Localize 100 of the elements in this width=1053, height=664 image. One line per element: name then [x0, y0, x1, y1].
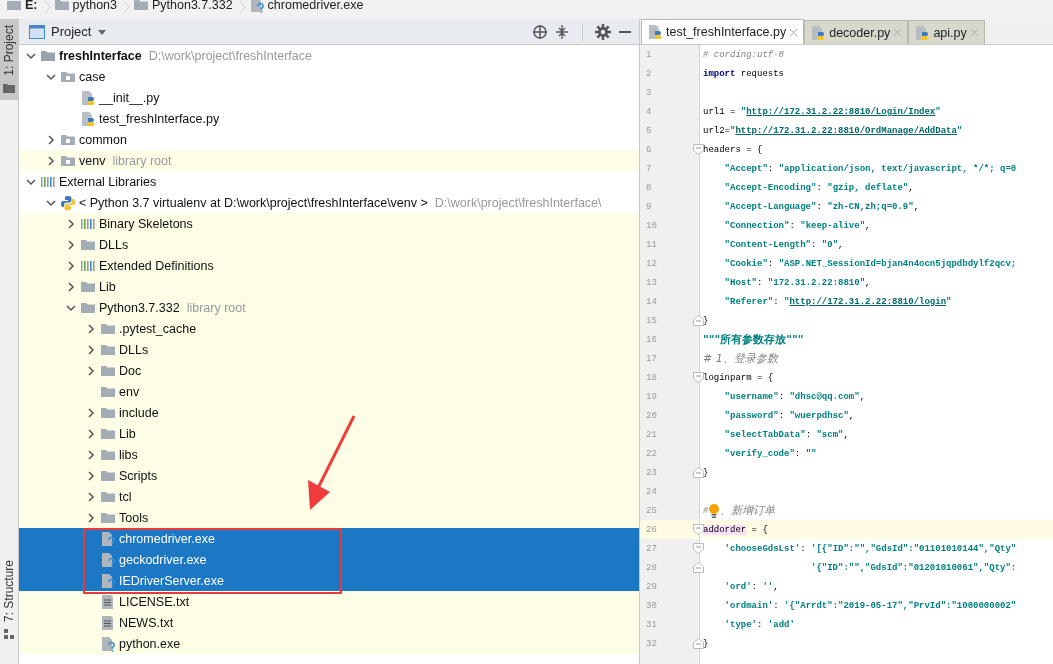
code-line: headers = {: [703, 143, 764, 157]
code-line: """所有参数存放""": [703, 332, 805, 348]
code-line: # cording:utf-8: [703, 48, 785, 62]
line-number: 16: [646, 334, 657, 345]
line-number: 9: [646, 201, 652, 212]
code-line: "Connection": "keep-alive",: [723, 219, 872, 233]
tree-item-label[interactable]: freshInterface: [59, 48, 142, 63]
line-number: 3: [646, 87, 652, 98]
line-number: 25: [646, 505, 657, 516]
line-number: 24: [646, 486, 657, 497]
tree-item-label[interactable]: Python3.7.332: [99, 300, 180, 315]
tool-window-tab[interactable]: 1: Project: [0, 19, 18, 100]
tree-item-label[interactable]: Binary Skeletons: [99, 216, 193, 231]
editor-tab[interactable]: api.py: [908, 20, 985, 44]
code-line: }: [703, 314, 710, 328]
line-number: 18: [646, 372, 657, 383]
editor-tab[interactable]: test_freshInterface.py: [641, 19, 805, 44]
code-line: "username": "dhsc@qq.com",: [723, 390, 867, 404]
tree-item-label[interactable]: test_freshInterface.py: [99, 111, 220, 126]
code-comment: 、新增订单: [720, 503, 776, 518]
code-comment: #: [703, 505, 709, 516]
line-number: 13: [646, 277, 657, 288]
tree-item-label[interactable]: NEWS.txt: [119, 615, 174, 630]
tree-item-label[interactable]: common: [79, 132, 127, 147]
tree-item-label[interactable]: python.exe: [119, 636, 181, 651]
tree-item-label[interactable]: Lib: [99, 279, 116, 294]
code-line: "Accept": "application/json, text/javascript, */*; q=0: [723, 162, 1018, 176]
tree-item-hint: D:\work\project\freshInterface: [148, 48, 312, 63]
code-line: 'ord': '',: [723, 580, 780, 594]
line-number: 7: [646, 163, 652, 174]
code-line: url1 = "http://172.31.2.22:8810/Login/Index": [703, 105, 942, 119]
code-line: "verify_code": "": [723, 447, 818, 461]
line-number: 30: [646, 600, 657, 611]
tree-item-label[interactable]: DLLs: [99, 237, 129, 252]
tree-item-label[interactable]: External Libraries: [59, 174, 157, 189]
line-number: 8: [646, 182, 652, 193]
code-line: loginparm = {: [703, 371, 775, 385]
code-line: }: [703, 637, 710, 651]
line-number: 14: [646, 296, 657, 307]
code-line: url2="http://172.31.2.22:8810/OrdManage/AddData": [703, 124, 964, 138]
tree-item-label[interactable]: .pytest_cache: [119, 321, 197, 336]
tree-item-label[interactable]: geckodriver.exe: [119, 552, 207, 567]
tree-item-label[interactable]: tcl: [119, 489, 132, 504]
line-number: 11: [646, 239, 657, 250]
tree-item-label[interactable]: LICENSE.txt: [119, 594, 190, 609]
tree-item-label[interactable]: __init__.py: [99, 90, 160, 105]
tree-item-hint: library root: [186, 300, 246, 315]
tree-item-label[interactable]: case: [79, 69, 106, 84]
code-line: '{"ID":"","GdsId":"01201010061","Qty":: [810, 561, 1018, 575]
tree-item-label[interactable]: Scripts: [119, 468, 158, 483]
tree-item-label[interactable]: libs: [119, 447, 138, 462]
line-number: 22: [646, 448, 657, 459]
tree-item-label[interactable]: Tools: [119, 510, 149, 525]
code-line: "password": "wuerpdhsc",: [723, 409, 856, 423]
code-line: "Accept-Language": "zh-CN,zh;q=0.9",: [723, 200, 921, 214]
breadcrumb-item[interactable]: python3: [72, 0, 117, 12]
line-number: 29: [646, 581, 657, 592]
line-number: 2: [646, 68, 652, 79]
code-line: import requests: [703, 67, 785, 81]
line-number: 15: [646, 315, 657, 326]
code-line: "Accept-Encoding": "gzip, deflate",: [723, 181, 915, 195]
tree-item-label[interactable]: chromedriver.exe: [119, 531, 215, 546]
code-line: 'chooseGdsLst': '[{"ID":"","GdsId":"01101010144","Qty": [723, 542, 1018, 556]
line-number: 4: [646, 106, 652, 117]
line-number: 5: [646, 125, 652, 136]
line-number: 32: [646, 638, 657, 649]
line-number: 26: [646, 524, 657, 535]
breadcrumb-item[interactable]: E:: [25, 0, 38, 12]
line-number: 20: [646, 410, 657, 421]
line-number: 12: [646, 258, 657, 269]
line-number: 23: [646, 467, 657, 478]
line-number: 1: [646, 49, 652, 60]
code-line: "Referer": "http://172.31.2.22:8810/login": [723, 295, 953, 309]
tree-item-label[interactable]: Extended Definitions: [99, 258, 214, 273]
line-number: 10: [646, 220, 657, 231]
tool-window-tab[interactable]: 7: Structure: [0, 553, 18, 646]
code-line: "Content-Length": "0",: [723, 238, 845, 252]
line-number: 17: [646, 353, 657, 364]
editor-tab[interactable]: decoder.py: [804, 20, 909, 44]
code-line: "selectTabData": "scm",: [723, 428, 850, 442]
tree-item-hint: D:\work\project\freshInterface\: [434, 195, 602, 210]
tree-item-label[interactable]: Doc: [119, 363, 142, 378]
breadcrumb-item[interactable]: Python3.7.332: [152, 0, 233, 12]
panel-title[interactable]: Project: [51, 24, 92, 39]
tree-item-label[interactable]: DLLs: [119, 342, 149, 357]
tree-item-label[interactable]: env: [119, 384, 140, 399]
line-number: 19: [646, 391, 657, 402]
tree-item-label[interactable]: < Python 3.7 virtualenv at D:\work\project\freshInterface\venv >: [79, 195, 428, 210]
tree-item-label[interactable]: include: [119, 405, 159, 420]
code-line: # 1、登录参数: [703, 351, 780, 367]
tree-item-label[interactable]: IEDriverServer.exe: [119, 573, 224, 588]
code-line: }: [703, 466, 710, 480]
code-line: "Host": "172.31.2.22:8810",: [723, 276, 872, 290]
breadcrumb-item[interactable]: chromedriver.exe: [267, 0, 364, 12]
code-line: "Cookie": "ASP.NET_SessionId=bjan4n4ocn5jqpdbdylf2qcv;: [723, 257, 1018, 271]
line-number: 6: [646, 144, 652, 155]
tree-item-label[interactable]: venv: [79, 153, 106, 168]
line-number: 21: [646, 429, 657, 440]
tree-item-label[interactable]: Lib: [119, 426, 136, 441]
tree-item-hint: library root: [112, 153, 172, 168]
